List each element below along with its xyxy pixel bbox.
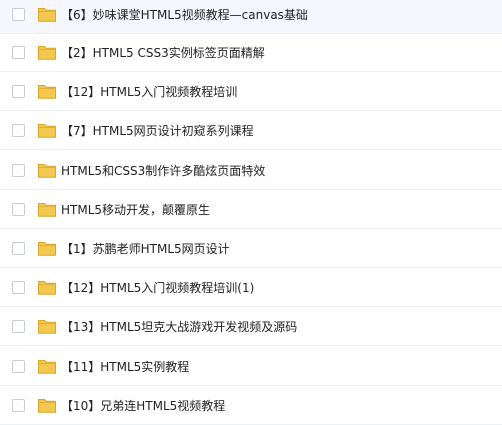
folder-icon — [38, 162, 56, 178]
select-checkbox[interactable] — [12, 242, 25, 255]
folder-icon — [38, 6, 56, 22]
folder-icon — [38, 201, 56, 217]
folder-row[interactable]: 【12】HTML5入门视频教程培训(1) — [0, 269, 502, 307]
select-checkbox[interactable] — [12, 164, 25, 177]
folder-row[interactable]: 【13】HTML5坦克大战游戏开发视频及源码 — [0, 308, 502, 346]
folder-name[interactable]: 【12】HTML5入门视频教程培训(1) — [61, 280, 254, 296]
select-checkbox[interactable] — [12, 8, 25, 21]
select-checkbox[interactable] — [12, 46, 25, 59]
folder-name[interactable]: 【7】HTML5网页设计初窥系列课程 — [61, 123, 254, 139]
folder-name[interactable]: 【1】苏鹏老师HTML5网页设计 — [61, 241, 230, 257]
select-checkbox[interactable] — [12, 320, 25, 333]
select-checkbox[interactable] — [12, 124, 25, 137]
folder-icon — [38, 83, 56, 99]
folder-name[interactable]: HTML5和CSS3制作许多酷炫页面特效 — [61, 163, 265, 179]
folder-name[interactable]: 【6】妙味课堂HTML5视频教程—canvas基础 — [61, 7, 308, 23]
folder-row[interactable]: 【2】HTML5 CSS3实例标签页面精解 — [0, 34, 502, 72]
folder-row[interactable]: 【7】HTML5网页设计初窥系列课程 — [0, 112, 502, 150]
folder-name[interactable]: HTML5移动开发，颠覆原生 — [61, 202, 210, 218]
select-checkbox[interactable] — [12, 203, 25, 216]
folder-name[interactable]: 【10】兄弟连HTML5视频教程 — [61, 398, 225, 414]
folder-icon — [38, 122, 56, 138]
folder-name[interactable]: 【13】HTML5坦克大战游戏开发视频及源码 — [61, 319, 297, 335]
folder-row[interactable]: 【11】HTML5实例教程 — [0, 348, 502, 386]
folder-icon — [38, 358, 56, 374]
folder-row[interactable]: HTML5移动开发，颠覆原生 — [0, 191, 502, 229]
select-checkbox[interactable] — [12, 399, 25, 412]
file-list: 【6】妙味课堂HTML5视频教程—canvas基础 【2】HTML5 CSS3实… — [0, 0, 502, 425]
folder-icon — [38, 397, 56, 413]
select-checkbox[interactable] — [12, 85, 25, 98]
folder-icon — [38, 279, 56, 295]
folder-icon — [38, 240, 56, 256]
folder-row[interactable]: 【10】兄弟连HTML5视频教程 — [0, 387, 502, 425]
folder-name[interactable]: 【11】HTML5实例教程 — [61, 359, 189, 375]
select-checkbox[interactable] — [12, 281, 25, 294]
folder-icon — [38, 318, 56, 334]
select-checkbox[interactable] — [12, 360, 25, 373]
folder-name[interactable]: 【2】HTML5 CSS3实例标签页面精解 — [61, 45, 265, 61]
folder-row[interactable]: 【12】HTML5入门视频教程培训 — [0, 73, 502, 111]
folder-row[interactable]: 【6】妙味课堂HTML5视频教程—canvas基础 — [0, 0, 502, 34]
folder-row[interactable]: 【1】苏鹏老师HTML5网页设计 — [0, 230, 502, 268]
folder-name[interactable]: 【12】HTML5入门视频教程培训 — [61, 84, 237, 100]
folder-row[interactable]: HTML5和CSS3制作许多酷炫页面特效 — [0, 152, 502, 190]
folder-icon — [38, 44, 56, 60]
